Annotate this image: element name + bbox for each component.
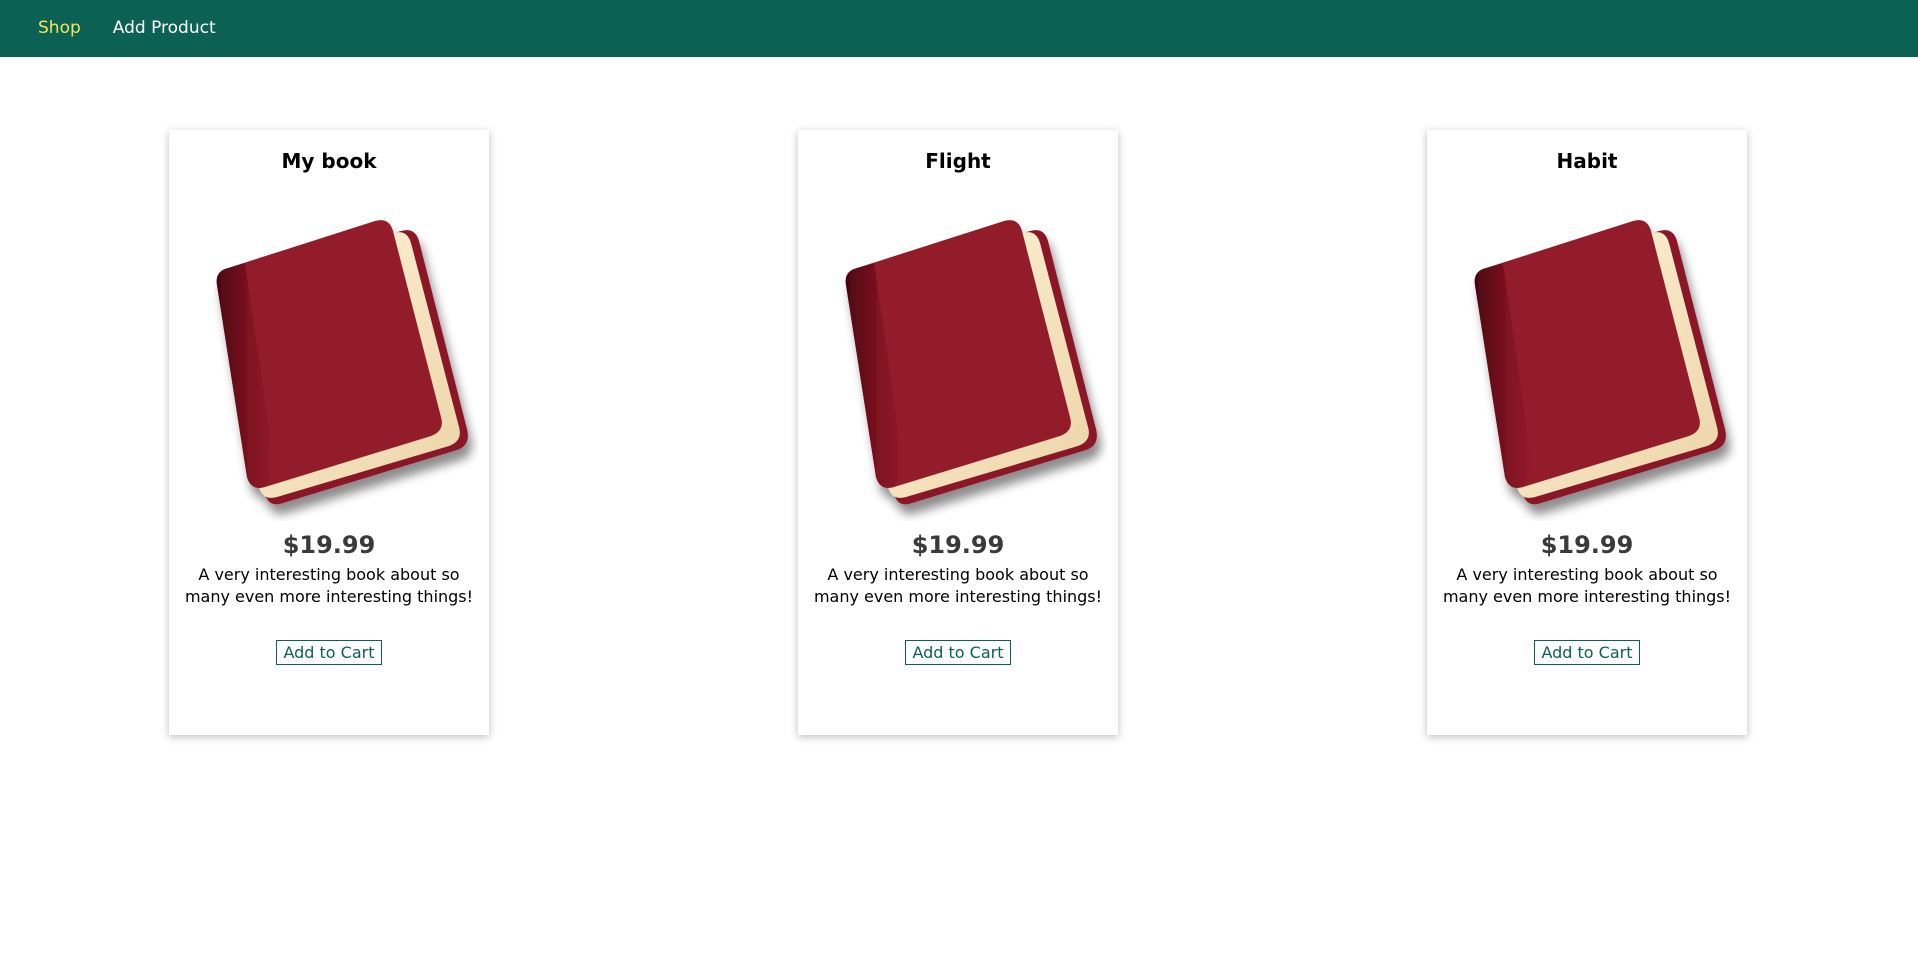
add-to-cart-button[interactable]: Add to Cart [905,640,1011,665]
add-to-cart-button[interactable]: Add to Cart [1534,640,1640,665]
product-card: My book $19.99 A very interesting book a… [169,130,489,735]
add-to-cart-button[interactable]: Add to Cart [276,640,382,665]
product-description: A very interesting book about so many ev… [813,565,1103,606]
product-price: $19.99 [911,531,1005,559]
nav-link-add-product[interactable]: Add Product [113,0,216,57]
product-price: $19.99 [1540,531,1634,559]
product-title: Flight [925,149,991,173]
product-card: Habit $19.99 A very interesting book abo… [1427,130,1747,735]
main-header: Shop Add Product [0,0,1918,57]
product-description: A very interesting book about so many ev… [184,565,474,606]
red-book-icon [179,201,479,521]
main-nav: Shop Add Product [38,0,248,57]
product-card: Flight $19.99 A very interesting book ab… [798,130,1118,735]
product-price: $19.99 [282,531,376,559]
product-title: My book [281,149,377,173]
product-description: A very interesting book about so many ev… [1442,565,1732,606]
red-book-icon [808,201,1108,521]
product-title: Habit [1556,149,1618,173]
red-book-icon [1437,201,1737,521]
nav-link-shop[interactable]: Shop [38,0,81,57]
